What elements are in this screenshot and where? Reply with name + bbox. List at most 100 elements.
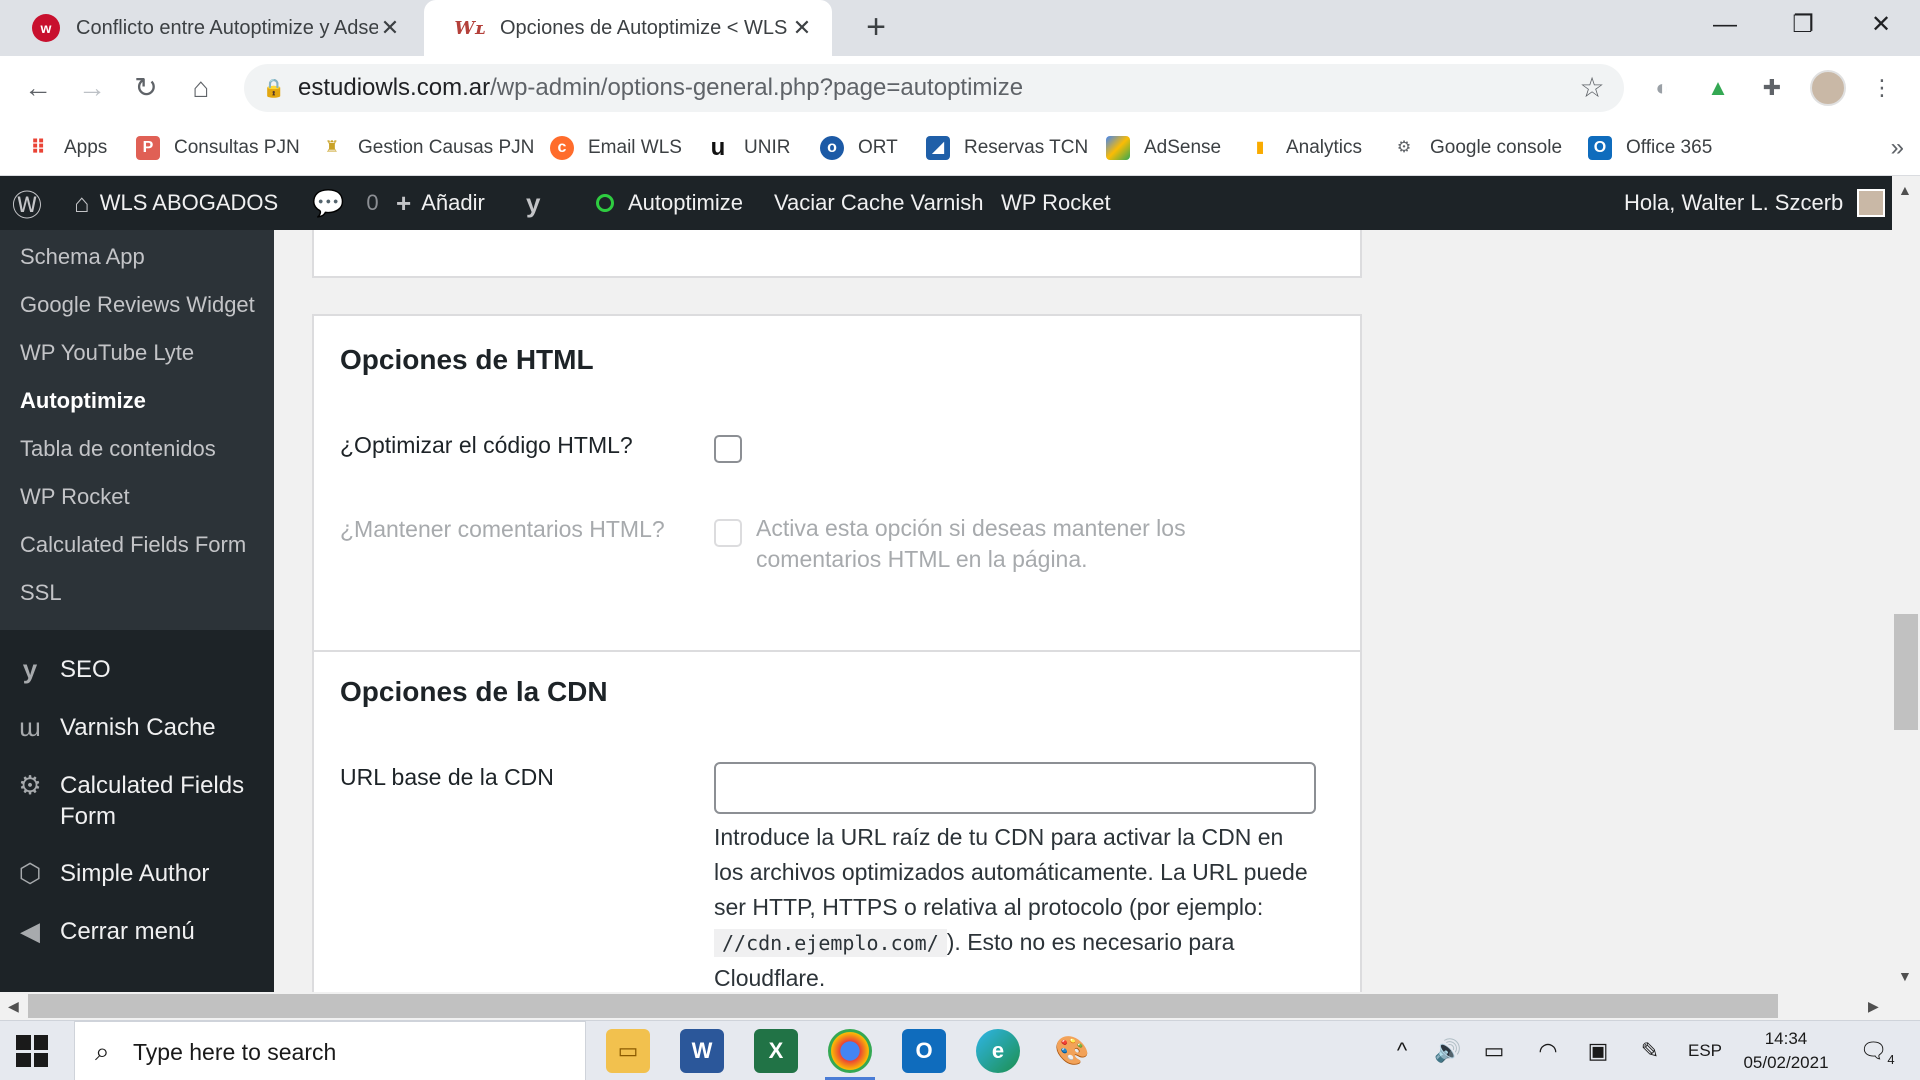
vertical-scrollbar[interactable]: ▲ ▼: [1892, 176, 1920, 992]
scroll-down-arrow-icon[interactable]: ▼: [1898, 968, 1912, 984]
comment-bubble-icon: 💬: [312, 187, 345, 218]
adminbar-autoptimize[interactable]: Autoptimize: [596, 176, 743, 230]
scroll-up-arrow-icon[interactable]: ▲: [1898, 182, 1912, 198]
windows-start-button[interactable]: [16, 1035, 48, 1067]
reload-button[interactable]: ↻: [126, 68, 166, 108]
forward-button[interactable]: →: [72, 68, 112, 108]
wordpress-logo-icon[interactable]: Ⓦ: [12, 176, 42, 230]
bookmark-adsense[interactable]: AdSense: [1106, 120, 1221, 176]
menu-calculated-fields[interactable]: ⚙ Calculated Fields Form: [0, 770, 274, 832]
bookmark-reservas-tcn[interactable]: ◢ Reservas TCN: [926, 120, 1088, 176]
horizontal-scrollbar[interactable]: ◀ ▶: [0, 992, 1892, 1020]
submenu-google-reviews[interactable]: Google Reviews Widget: [20, 292, 255, 318]
menu-simple-author[interactable]: ⬡ Simple Author: [0, 858, 274, 889]
submenu-schema-app[interactable]: Schema App: [20, 244, 145, 270]
adminbar-my-account[interactable]: Hola, Walter L. Szcerb: [1624, 176, 1886, 230]
adminbar-comments[interactable]: 💬 0: [312, 176, 379, 230]
submenu-tabla-contenidos[interactable]: Tabla de contenidos: [20, 436, 216, 462]
word-icon[interactable]: W: [680, 1029, 724, 1073]
shield-crest-icon: ♜: [324, 139, 340, 156]
adminbar-varnish[interactable]: Vaciar Cache Varnish: [774, 176, 984, 230]
keep-comments-label: ¿Mantener comentarios HTML?: [340, 516, 665, 542]
outlook-icon: O: [1588, 136, 1612, 160]
bookmark-unir[interactable]: u UNIR: [706, 120, 791, 176]
submenu-ssl[interactable]: SSL: [20, 580, 62, 606]
outlook-icon[interactable]: O: [902, 1029, 946, 1073]
vertical-scroll-thumb[interactable]: [1894, 614, 1918, 730]
varnish-icon: ɯ: [19, 712, 41, 742]
yoast-icon[interactable]: y: [526, 176, 540, 230]
bookmark-office-365[interactable]: O Office 365: [1588, 120, 1712, 176]
tab-conflicto[interactable]: w Conflicto entre Autoptimize y Adsen ✕: [0, 0, 420, 56]
url-text[interactable]: estudiowls.com.ar/wp-admin/options-gener…: [298, 64, 1023, 112]
bookmark-google-console[interactable]: ⚙ Google console: [1392, 120, 1562, 176]
scroll-right-arrow-icon[interactable]: ▶: [1868, 998, 1879, 1015]
show-hidden-icons-icon[interactable]: ^: [1384, 1021, 1420, 1080]
adminbar-wp-rocket[interactable]: WP Rocket: [1001, 176, 1111, 230]
paint-icon[interactable]: 🎨: [1050, 1029, 1094, 1073]
close-icon[interactable]: ✕: [378, 15, 402, 41]
bookmark-gestion-causas[interactable]: ♜ Gestion Causas PJN: [320, 120, 535, 176]
back-button[interactable]: ←: [18, 68, 58, 108]
display-icon[interactable]: ▣: [1578, 1021, 1618, 1080]
language-indicator[interactable]: ESP: [1680, 1021, 1730, 1080]
wp-admin-bar: Ⓦ ⌂ WLS ABOGADOS 💬 0 + Añadir y Autoptim…: [0, 176, 1892, 230]
unir-icon: u: [710, 134, 726, 161]
bookmark-star-icon[interactable]: ☆: [1574, 70, 1610, 106]
pen-icon[interactable]: ✎: [1630, 1021, 1670, 1080]
extensions-puzzle-icon[interactable]: ✚: [1754, 70, 1790, 106]
wls-logo-icon: Wʟ: [454, 17, 486, 39]
submenu-wp-youtube-lyte[interactable]: WP YouTube Lyte: [20, 340, 194, 366]
adminbar-add-new[interactable]: + Añadir: [396, 176, 485, 230]
menu-varnish-cache[interactable]: ɯ Varnish Cache: [0, 712, 274, 743]
extension-icon[interactable]: ◐: [1644, 70, 1680, 106]
home-button[interactable]: ⌂: [181, 68, 221, 108]
tab-autoptimize[interactable]: Wʟ Opciones de Autoptimize < WLS AB ✕: [424, 0, 832, 56]
address-bar[interactable]: 🔒 estudiowls.com.ar/wp-admin/options-gen…: [244, 64, 1624, 112]
more-bookmarks-icon[interactable]: »: [1891, 120, 1904, 176]
wifi-icon[interactable]: ◠: [1528, 1021, 1568, 1080]
chrome-icon[interactable]: [828, 1029, 872, 1073]
new-tab-button[interactable]: +: [856, 8, 896, 48]
yoast-icon: y: [22, 654, 38, 684]
restore-button[interactable]: ❐: [1764, 0, 1842, 50]
submenu-calculated-fields[interactable]: Calculated Fields Form: [20, 532, 246, 558]
optimize-html-checkbox[interactable]: [714, 435, 742, 463]
minimize-button[interactable]: —: [1686, 0, 1764, 50]
bookmark-ort[interactable]: o ORT: [820, 120, 898, 176]
adminbar-site-name[interactable]: ⌂ WLS ABOGADOS: [74, 176, 278, 230]
cdn-url-description: Introduce la URL raíz de tu CDN para act…: [714, 824, 1308, 991]
web-red-circle-icon: w: [32, 14, 60, 42]
clock[interactable]: 14:34 05/02/2021: [1736, 1027, 1836, 1075]
submenu-wp-rocket[interactable]: WP Rocket: [20, 484, 130, 510]
battery-icon[interactable]: ▭: [1474, 1021, 1514, 1080]
keep-comments-checkbox[interactable]: [714, 519, 742, 547]
menu-seo[interactable]: y SEO: [0, 654, 274, 685]
menu-collapse[interactable]: ◀ Cerrar menú: [0, 916, 274, 947]
file-explorer-icon[interactable]: ▭: [606, 1029, 650, 1073]
bookmark-email-wls[interactable]: c Email WLS: [550, 120, 682, 176]
submenu-autoptimize[interactable]: Autoptimize: [20, 388, 146, 414]
apps-grid-icon: ⠿: [30, 137, 46, 159]
bookmark-analytics[interactable]: ▮ Analytics: [1248, 120, 1362, 176]
notifications-icon[interactable]: 🗨4: [1852, 1021, 1902, 1080]
horizontal-scroll-thumb[interactable]: [28, 994, 1778, 1018]
main-content: Opciones de HTML ¿Optimizar el código HT…: [274, 230, 1892, 992]
taskbar-search[interactable]: ⌕ Type here to search: [74, 1021, 586, 1080]
cdn-url-input[interactable]: [714, 762, 1316, 814]
scroll-left-arrow-icon[interactable]: ◀: [8, 998, 19, 1015]
edge-icon[interactable]: e: [976, 1029, 1020, 1073]
analytics-icon: ▮: [1255, 139, 1265, 156]
close-icon[interactable]: ✕: [790, 15, 814, 41]
volume-icon[interactable]: 🔊: [1428, 1021, 1468, 1080]
ort-icon: o: [820, 136, 844, 160]
main-menu: y SEO ɯ Varnish Cache ⚙ Calculated Field…: [0, 630, 274, 992]
profile-avatar[interactable]: [1810, 70, 1846, 106]
google-drive-icon[interactable]: ▲: [1700, 70, 1736, 106]
menu-kebab-icon[interactable]: ⋮: [1864, 70, 1900, 106]
bookmark-apps[interactable]: ⠿ Apps: [26, 120, 107, 176]
optimize-html-label: ¿Optimizar el código HTML?: [340, 432, 633, 458]
window-close-button[interactable]: ✕: [1842, 0, 1920, 50]
bookmark-consultas-pjn[interactable]: P Consultas PJN: [136, 120, 300, 176]
excel-icon[interactable]: X: [754, 1029, 798, 1073]
